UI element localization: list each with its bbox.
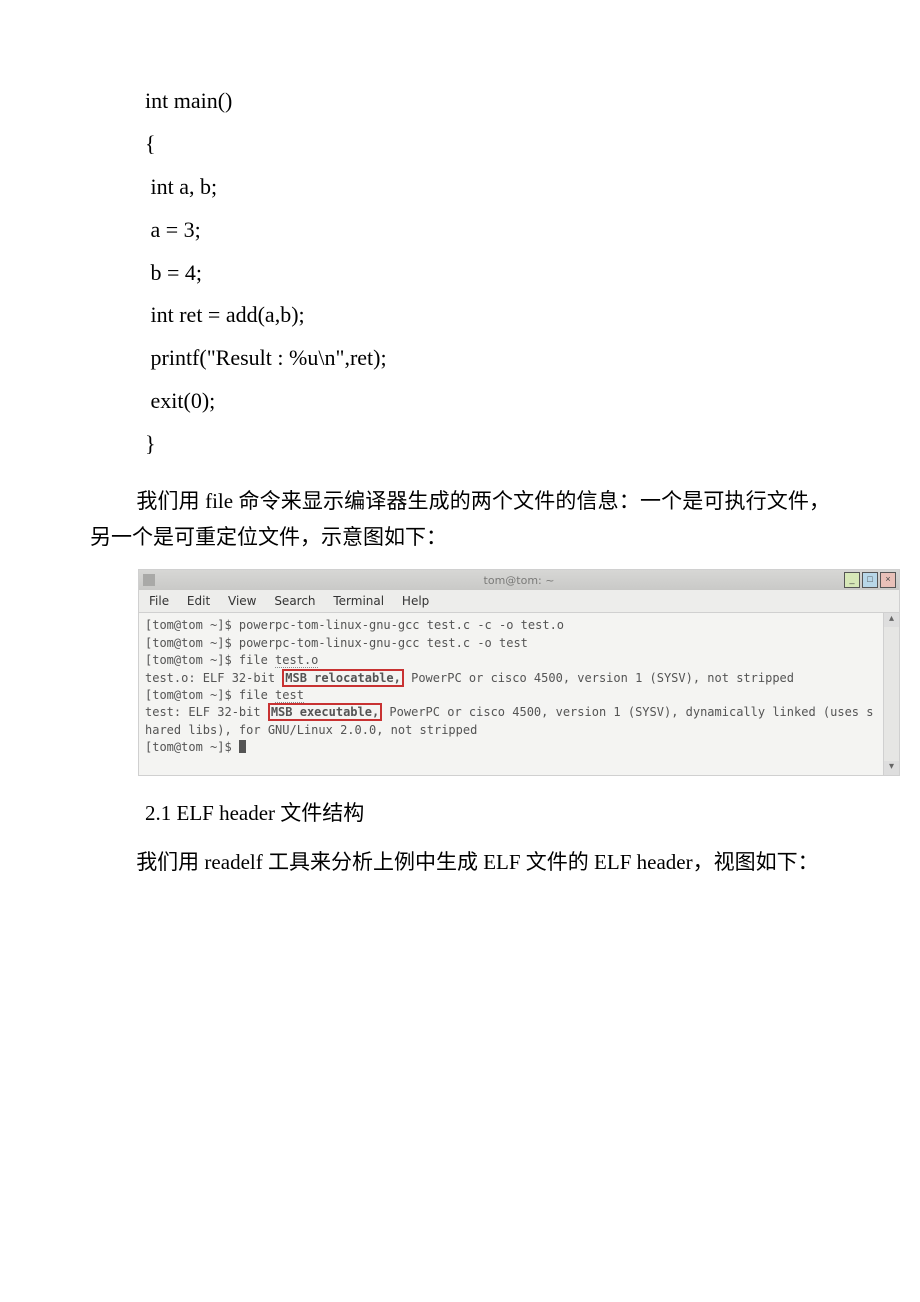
code-line: b = 4; [145, 252, 830, 295]
term-line: [tom@tom ~]$ powerpc-tom-linux-gnu-gcc t… [145, 618, 564, 632]
section-heading-elf-header: 2.1 ELF header 文件结构 [145, 796, 830, 832]
highlight-relocatable: MSB relocatable, [282, 669, 404, 687]
code-line: int ret = add(a,b); [145, 294, 830, 337]
highlight-executable: MSB executable, [268, 703, 382, 721]
term-line: [tom@tom ~]$ [145, 740, 239, 754]
maximize-button[interactable]: □ [862, 572, 878, 588]
window-buttons: _ □ × [844, 572, 896, 588]
menu-view[interactable]: View [228, 594, 256, 608]
menu-terminal[interactable]: Terminal [333, 594, 384, 608]
paragraph-text: 我们用 file 命令来显示编译器生成的两个文件的信息：一个是可执行文件，另一个… [90, 489, 830, 549]
code-line: a = 3; [145, 209, 830, 252]
code-line: } [145, 423, 830, 466]
menu-file[interactable]: File [149, 594, 169, 608]
term-line: test.o: ELF 32-bit [145, 671, 282, 685]
scroll-down-icon[interactable]: ▾ [884, 761, 899, 775]
term-line: [tom@tom ~]$ file [145, 688, 275, 702]
menu-help[interactable]: Help [402, 594, 429, 608]
cursor-icon [239, 740, 246, 753]
window-title: tom@tom: ~ [139, 574, 899, 587]
scroll-up-icon[interactable]: ▴ [884, 613, 899, 627]
terminal-scrollbar[interactable]: ▴ ▾ [883, 613, 899, 774]
window-titlebar: tom@tom: ~ _ □ × [139, 570, 899, 590]
term-line: test: ELF 32-bit [145, 705, 268, 719]
file-arg: test.o [275, 653, 318, 668]
code-line: int a, b; [145, 166, 830, 209]
code-line: int main() [145, 80, 830, 123]
menu-edit[interactable]: Edit [187, 594, 210, 608]
document-page: int main() { int a, b; a = 3; b = 4; int… [0, 0, 920, 935]
term-line: PowerPC or cisco 4500, version 1 (SYSV),… [404, 671, 794, 685]
term-line: [tom@tom ~]$ file [145, 653, 275, 667]
terminal-area: [tom@tom ~]$ powerpc-tom-linux-gnu-gcc t… [139, 613, 899, 774]
menu-search[interactable]: Search [274, 594, 315, 608]
paragraph-file-command: 我们用 file 命令来显示编译器生成的两个文件的信息：一个是可执行文件，另一个… [90, 484, 830, 555]
code-line: exit(0); [145, 380, 830, 423]
paragraph-text: 我们用 readelf 工具来分析上例中生成 ELF 文件的 ELF heade… [136, 850, 818, 874]
terminal-screenshot: tom@tom: ~ _ □ × File Edit View Search T… [138, 569, 900, 775]
file-arg: test [275, 688, 304, 703]
terminal-menubar: File Edit View Search Terminal Help [139, 590, 899, 613]
paragraph-readelf: 我们用 readelf 工具来分析上例中生成 ELF 文件的 ELF heade… [90, 845, 830, 881]
term-line: [tom@tom ~]$ powerpc-tom-linux-gnu-gcc t… [145, 636, 528, 650]
terminal-output[interactable]: [tom@tom ~]$ powerpc-tom-linux-gnu-gcc t… [139, 613, 883, 774]
close-button[interactable]: × [880, 572, 896, 588]
code-line: printf("Result : %u\n",ret); [145, 337, 830, 380]
code-line: { [145, 123, 830, 166]
code-block-main: int main() { int a, b; a = 3; b = 4; int… [145, 80, 830, 466]
minimize-button[interactable]: _ [844, 572, 860, 588]
